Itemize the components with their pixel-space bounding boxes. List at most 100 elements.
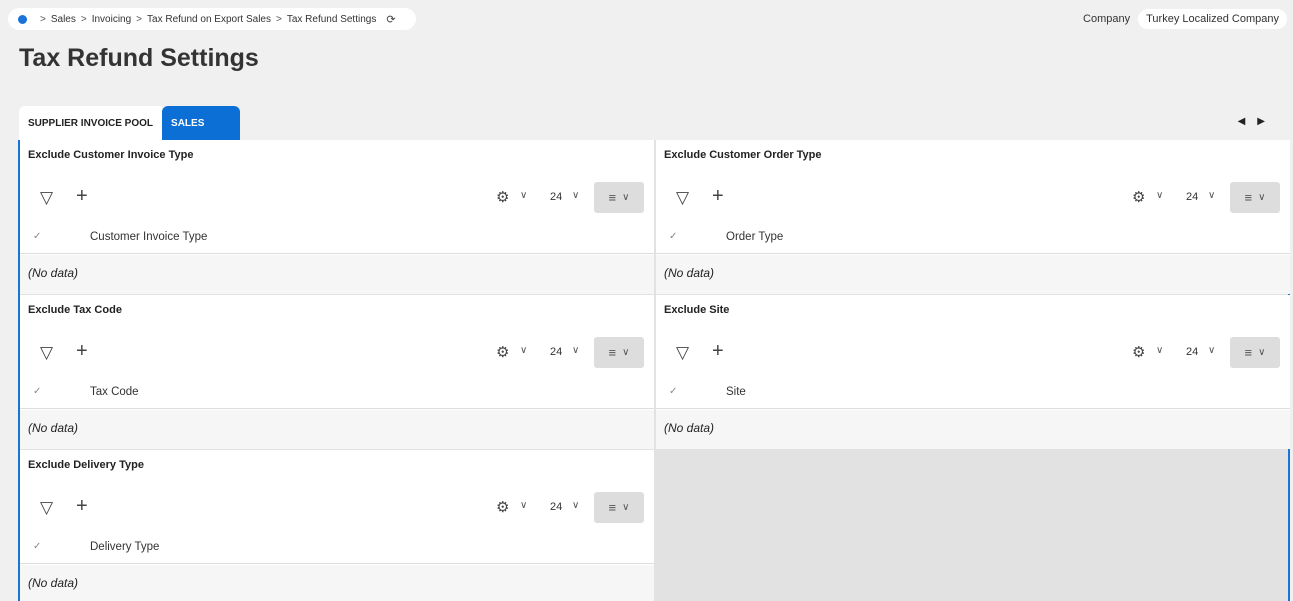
chevron-down-icon[interactable]: ∨: [1156, 345, 1163, 356]
column-header[interactable]: Tax Code: [90, 386, 139, 398]
gear-icon[interactable]: ⚙: [496, 498, 509, 516]
tab-nav: ◀▶: [1238, 116, 1277, 127]
plus-icon[interactable]: +: [76, 185, 88, 208]
list-view-icon: ≡: [1244, 345, 1253, 360]
panel-toolbar: ▽ + ⚙ ∨ 24 ∨ ≡ ∨: [20, 492, 654, 524]
panel-toolbar: ▽ + ⚙ ∨ 24 ∨ ≡ ∨: [20, 337, 654, 369]
caret-right-icon[interactable]: ▶: [1257, 116, 1277, 127]
tab-sales[interactable]: SALES: [162, 106, 241, 140]
chevron-down-icon[interactable]: ∨: [520, 190, 527, 201]
filter-icon[interactable]: ▽: [40, 343, 53, 363]
column-header[interactable]: Customer Invoice Type: [90, 231, 207, 243]
tab-supplier-invoice-pool[interactable]: SUPPLIER INVOICE POOL: [19, 106, 163, 140]
panel-title: Exclude Delivery Type: [28, 459, 144, 471]
view-mode-button[interactable]: ≡ ∨: [594, 492, 644, 523]
panel-title: Exclude Customer Order Type: [664, 149, 822, 161]
caret-left-icon[interactable]: ◀: [1238, 116, 1258, 127]
select-all-check-icon[interactable]: ✓: [33, 386, 41, 397]
plus-icon[interactable]: +: [712, 340, 724, 363]
column-header[interactable]: Order Type: [726, 231, 783, 243]
panel-toolbar: ▽ + ⚙ ∨ 24 ∨ ≡ ∨: [656, 182, 1290, 214]
empty-state: (No data): [20, 565, 654, 601]
chevron-down-icon: ∨: [1258, 347, 1266, 358]
panel-exclude-customer-invoice-type: Exclude Customer Invoice Type ▽ + ⚙ ∨ 24…: [20, 140, 654, 294]
breadcrumb-item-tax-refund-export[interactable]: Tax Refund on Export Sales: [147, 14, 271, 25]
empty-state: (No data): [656, 255, 1290, 294]
chevron-down-icon: ∨: [622, 502, 630, 513]
filter-icon[interactable]: ▽: [40, 498, 53, 518]
breadcrumb-separator: >: [136, 13, 143, 25]
gear-icon[interactable]: ⚙: [496, 188, 509, 206]
breadcrumb-item-invoicing[interactable]: Invoicing: [92, 14, 131, 25]
panel-title: Exclude Tax Code: [28, 304, 122, 316]
page-size[interactable]: 24: [550, 501, 562, 513]
filter-icon[interactable]: ▽: [40, 188, 53, 208]
home-dot-icon[interactable]: [18, 14, 27, 24]
breadcrumb: > Sales > Invoicing > Tax Refund on Expo…: [8, 8, 416, 30]
panel-exclude-tax-code: Exclude Tax Code ▽ + ⚙ ∨ 24 ∨ ≡ ∨ ✓ Tax C…: [20, 295, 654, 449]
chevron-down-icon[interactable]: ∨: [572, 190, 579, 201]
filter-icon[interactable]: ▽: [676, 343, 689, 363]
page-size[interactable]: 24: [1186, 191, 1198, 203]
page-size[interactable]: 24: [1186, 346, 1198, 358]
chevron-down-icon: ∨: [622, 192, 630, 203]
view-mode-button[interactable]: ≡ ∨: [1230, 182, 1280, 213]
chevron-down-icon[interactable]: ∨: [1208, 345, 1215, 356]
panel-exclude-customer-order-type: Exclude Customer Order Type ▽ + ⚙ ∨ 24 ∨…: [656, 140, 1290, 294]
list-view-icon: ≡: [1244, 190, 1253, 205]
chevron-down-icon: ∨: [1258, 192, 1266, 203]
column-header[interactable]: Delivery Type: [90, 541, 159, 553]
chevron-down-icon[interactable]: ∨: [1208, 190, 1215, 201]
view-mode-button[interactable]: ≡ ∨: [1230, 337, 1280, 368]
gear-icon[interactable]: ⚙: [496, 343, 509, 361]
column-header-row: ✓ Delivery Type: [20, 532, 654, 564]
plus-icon[interactable]: +: [712, 185, 724, 208]
breadcrumb-separator: >: [80, 13, 87, 25]
list-view-icon: ≡: [608, 500, 617, 515]
page-size[interactable]: 24: [550, 191, 562, 203]
chevron-down-icon: ∨: [622, 347, 630, 358]
gear-icon[interactable]: ⚙: [1132, 343, 1145, 361]
top-bar: > Sales > Invoicing > Tax Refund on Expo…: [8, 8, 1287, 30]
list-view-icon: ≡: [608, 345, 617, 360]
chevron-down-icon[interactable]: ∨: [572, 345, 579, 356]
panel-toolbar: ▽ + ⚙ ∨ 24 ∨ ≡ ∨: [20, 182, 654, 214]
breadcrumb-separator: >: [40, 13, 46, 25]
page-size[interactable]: 24: [550, 346, 562, 358]
company-selector: Company Turkey Localized Company: [1083, 8, 1287, 30]
panel-exclude-site: Exclude Site ▽ + ⚙ ∨ 24 ∨ ≡ ∨ ✓ Site (No …: [656, 295, 1290, 449]
list-view-icon: ≡: [608, 190, 617, 205]
page-title: Tax Refund Settings: [19, 44, 259, 72]
panel-exclude-delivery-type: Exclude Delivery Type ▽ + ⚙ ∨ 24 ∨ ≡ ∨ ✓ …: [20, 450, 654, 601]
empty-state: (No data): [20, 410, 654, 449]
company-label: Company: [1083, 13, 1131, 25]
view-mode-button[interactable]: ≡ ∨: [594, 182, 644, 213]
view-mode-button[interactable]: ≡ ∨: [594, 337, 644, 368]
breadcrumb-item-sales[interactable]: Sales: [51, 14, 76, 25]
panel-title: Exclude Customer Invoice Type: [28, 149, 194, 161]
plus-icon[interactable]: +: [76, 340, 88, 363]
panel-toolbar: ▽ + ⚙ ∨ 24 ∨ ≡ ∨: [656, 337, 1290, 369]
select-all-check-icon[interactable]: ✓: [669, 231, 677, 242]
filter-icon[interactable]: ▽: [676, 188, 689, 208]
column-header-row: ✓ Tax Code: [20, 377, 654, 409]
gear-icon[interactable]: ⚙: [1132, 188, 1145, 206]
column-header-row: ✓ Site: [656, 377, 1290, 409]
refresh-icon[interactable]: ⟳: [386, 13, 395, 26]
panel-title: Exclude Site: [664, 304, 730, 316]
chevron-down-icon[interactable]: ∨: [572, 500, 579, 511]
select-all-check-icon[interactable]: ✓: [669, 386, 677, 397]
select-all-check-icon[interactable]: ✓: [33, 231, 41, 242]
column-header[interactable]: Site: [726, 386, 746, 398]
column-header-row: ✓ Order Type: [656, 222, 1290, 254]
chevron-down-icon[interactable]: ∨: [520, 500, 527, 511]
column-header-row: ✓ Customer Invoice Type: [20, 222, 654, 254]
tab-bar: SUPPLIER INVOICE POOL SALES: [19, 106, 241, 140]
chevron-down-icon[interactable]: ∨: [520, 345, 527, 356]
company-value[interactable]: Turkey Localized Company: [1138, 9, 1287, 29]
breadcrumb-separator: >: [275, 13, 282, 25]
plus-icon[interactable]: +: [76, 495, 88, 518]
chevron-down-icon[interactable]: ∨: [1156, 190, 1163, 201]
select-all-check-icon[interactable]: ✓: [33, 541, 41, 552]
content-area: Exclude Customer Invoice Type ▽ + ⚙ ∨ 24…: [18, 140, 1290, 601]
